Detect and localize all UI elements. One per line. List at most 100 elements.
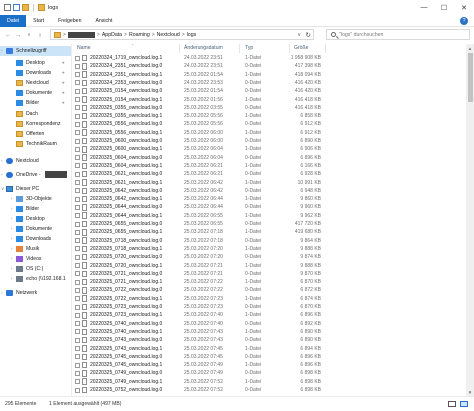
row-checkbox[interactable] — [75, 213, 80, 219]
column-divider[interactable] — [179, 44, 180, 53]
minimize-icon[interactable]: — — [414, 0, 434, 15]
row-checkbox[interactable] — [75, 146, 80, 152]
table-row[interactable]: 20220325_0655_owncloud.log.0 25.03.2022 0… — [73, 220, 474, 228]
table-row[interactable]: 20220325_0621_owncloud.log.1 25.03.2022 0… — [73, 179, 474, 187]
details-view-icon[interactable] — [448, 401, 456, 407]
row-checkbox[interactable] — [75, 321, 80, 327]
maximize-icon[interactable]: ☐ — [434, 0, 454, 15]
table-row[interactable]: 20220325_0722_owncloud.log.0 25.03.2022 0… — [73, 286, 474, 294]
table-row[interactable]: 20220325_0642_owncloud.log.0 25.03.2022 0… — [73, 187, 474, 195]
recent-locations-icon[interactable]: ∨ — [24, 29, 34, 41]
row-checkbox[interactable] — [75, 97, 80, 102]
row-checkbox[interactable] — [75, 254, 80, 260]
table-row[interactable]: 20220325_0723_owncloud.log.0 25.03.2022 0… — [73, 303, 474, 311]
address-bar[interactable]: > > AppData > Roaming > Nextcloud > logs… — [50, 29, 314, 40]
table-row[interactable]: 20220325_0644_owncloud.log.0 25.03.2022 0… — [73, 203, 474, 211]
table-row[interactable]: 20220325_0600_owncloud.log.1 25.03.2022 0… — [73, 145, 474, 153]
row-checkbox[interactable] — [75, 163, 80, 169]
row-checkbox[interactable] — [75, 329, 80, 335]
sidebar-item[interactable]: Offerten — [0, 129, 71, 139]
row-checkbox[interactable] — [75, 196, 80, 202]
table-row[interactable]: 20220325_0720_owncloud.log.1 25.03.2022 0… — [73, 262, 474, 270]
breadcrumb-nextcloud[interactable]: Nextcloud — [157, 32, 180, 38]
sidebar-item[interactable]: › OS (C:) — [0, 264, 71, 274]
row-checkbox[interactable] — [75, 229, 80, 235]
row-checkbox[interactable] — [75, 155, 80, 161]
table-row[interactable]: 20220325_0721_owncloud.log.0 25.03.2022 0… — [73, 270, 474, 278]
table-row[interactable]: 20220325_0723_owncloud.log.1 25.03.2022 0… — [73, 311, 474, 319]
table-row[interactable]: 20220325_0752_owncloud.log.0 25.03.2022 0… — [73, 386, 474, 394]
row-checkbox[interactable] — [75, 138, 80, 144]
scrollbar-thumb[interactable] — [467, 53, 473, 102]
table-row[interactable]: 20220325_0721_owncloud.log.1 25.03.2022 0… — [73, 278, 474, 286]
chevron-right-icon[interactable]: › — [11, 196, 13, 201]
sidebar-item[interactable]: ∨ Dieser PC — [0, 184, 71, 194]
sidebar-item[interactable]: › Musik — [0, 244, 71, 254]
sidebar-item[interactable]: › Downloads — [0, 234, 71, 244]
table-row[interactable]: 20220325_0600_owncloud.log.0 25.03.2022 0… — [73, 137, 474, 145]
sidebar-item[interactable]: › Netzwerk — [0, 288, 71, 298]
row-checkbox[interactable] — [75, 296, 80, 302]
tab-freigeben[interactable]: Freigeben — [51, 15, 88, 27]
row-checkbox[interactable] — [75, 63, 80, 69]
table-row[interactable]: 20220325_0745_owncloud.log.1 25.03.2022 0… — [73, 361, 474, 369]
sidebar-item[interactable]: › Desktop — [0, 214, 71, 224]
chevron-right-icon[interactable]: › — [1, 48, 3, 53]
column-header-date[interactable]: Änderungsdatum — [184, 45, 223, 51]
table-row[interactable]: 20220325_0644_owncloud.log.1 25.03.2022 0… — [73, 212, 474, 220]
sidebar-item[interactable]: Bilder ⌖ — [0, 98, 71, 108]
table-row[interactable]: 20220325_0604_owncloud.log.1 25.03.2022 0… — [73, 162, 474, 170]
chevron-right-icon[interactable]: › — [11, 236, 13, 241]
row-checkbox[interactable] — [75, 238, 80, 244]
table-row[interactable]: 20220325_0740_owncloud.log.1 25.03.2022 0… — [73, 328, 474, 336]
large-icons-view-icon[interactable] — [460, 401, 468, 407]
vertical-scrollbar[interactable]: ▲ ▼ — [466, 44, 474, 396]
search-box[interactable]: "logs" durchsuchen — [326, 29, 470, 40]
table-row[interactable]: 20220325_0743_owncloud.log.0 25.03.2022 0… — [73, 336, 474, 344]
sidebar-item[interactable]: Downloads ⌖ — [0, 68, 71, 78]
table-row[interactable]: 20220325_0743_owncloud.log.1 25.03.2022 0… — [73, 345, 474, 353]
table-row[interactable]: 20220325_0720_owncloud.log.0 25.03.2022 0… — [73, 253, 474, 261]
sidebar-item[interactable]: TechnikRaum — [0, 139, 71, 149]
table-row[interactable]: 20220325_0604_owncloud.log.0 25.03.2022 0… — [73, 154, 474, 162]
sidebar-item[interactable]: › OneDrive - — [0, 170, 71, 180]
row-checkbox[interactable] — [75, 370, 80, 376]
row-checkbox[interactable] — [75, 337, 80, 343]
table-row[interactable]: 20220325_0718_owncloud.log.1 25.03.2022 0… — [73, 245, 474, 253]
table-row[interactable]: 20220325_0621_owncloud.log.0 25.03.2022 0… — [73, 170, 474, 178]
sidebar-item[interactable]: Korrespondenz — [0, 119, 71, 129]
chevron-right-icon[interactable]: › — [11, 246, 13, 251]
chevron-right-icon[interactable]: › — [1, 158, 3, 163]
chevron-right-icon[interactable]: › — [1, 172, 3, 177]
tab-datei[interactable]: Datei — [0, 14, 27, 27]
row-checkbox[interactable] — [75, 346, 80, 351]
row-checkbox[interactable] — [75, 171, 80, 177]
close-icon[interactable]: ✕ — [454, 0, 474, 15]
column-divider[interactable] — [239, 44, 240, 53]
sidebar-item[interactable]: › Nextcloud — [0, 156, 71, 166]
row-checkbox[interactable] — [75, 312, 80, 318]
scroll-down-icon[interactable]: ▼ — [466, 388, 474, 396]
table-row[interactable]: 20220325_0718_owncloud.log.0 25.03.2022 0… — [73, 237, 474, 245]
table-row[interactable]: 20220325_0745_owncloud.log.0 25.03.2022 0… — [73, 353, 474, 361]
table-row[interactable]: 20220325_0154_owncloud.log.0 25.03.2022 0… — [73, 87, 474, 95]
help-icon[interactable]: ? — [460, 17, 468, 25]
chevron-down-icon[interactable]: ∨ — [297, 32, 301, 38]
column-header-type[interactable]: Typ — [245, 45, 253, 51]
forward-arrow-icon[interactable]: → — [13, 29, 23, 41]
back-arrow-icon[interactable]: ← — [3, 29, 13, 41]
row-checkbox[interactable] — [75, 263, 80, 268]
sidebar-item[interactable]: › Bilder — [0, 204, 71, 214]
table-row[interactable]: 20220325_0556_owncloud.log.0 25.03.2022 0… — [73, 120, 474, 128]
properties-icon[interactable] — [13, 4, 20, 11]
sidebar-item[interactable]: Nextcloud ⌖ — [0, 78, 71, 88]
sidebar-item[interactable]: Desktop ⌖ — [0, 58, 71, 68]
row-checkbox[interactable] — [75, 221, 80, 227]
sidebar-item[interactable]: › echo (\\192.168.1 — [0, 274, 71, 284]
table-row[interactable]: 20220325_0749_owncloud.log.1 25.03.2022 0… — [73, 378, 474, 386]
window-menu-icon[interactable] — [4, 4, 11, 11]
row-checkbox[interactable] — [75, 354, 80, 360]
chevron-right-icon[interactable]: › — [11, 206, 13, 211]
new-folder-icon[interactable] — [22, 4, 29, 11]
row-checkbox[interactable] — [75, 287, 80, 293]
